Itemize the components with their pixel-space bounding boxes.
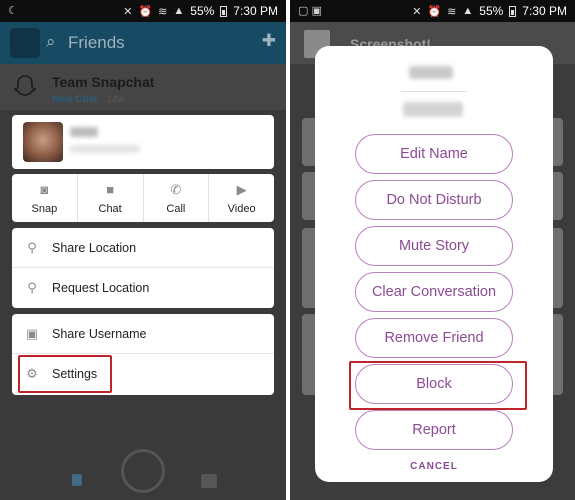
wifi-icon: ≋ [447, 5, 457, 18]
edit-name-button[interactable]: Edit Name [355, 134, 513, 174]
clear-conversation-button[interactable]: Clear Conversation [355, 272, 513, 312]
share-username-icon: ▣ [25, 325, 39, 341]
friend-profile-card[interactable] [12, 115, 274, 169]
ghost-icon [13, 75, 37, 96]
team-name: Team Snapchat [52, 74, 155, 90]
wifi-icon: ≋ [158, 5, 168, 18]
action-label: Chat [98, 202, 122, 215]
block-highlight-box [349, 361, 527, 410]
settings-highlight-box [18, 355, 112, 393]
mute-icon: ✕ [123, 5, 133, 18]
report-button[interactable]: Report [355, 410, 513, 450]
friend-options-dialog: Edit Name Do Not Disturb Mute Story Clea… [315, 46, 553, 482]
battery-percent: 55% [479, 4, 504, 18]
team-snapchat-row[interactable]: Team Snapchat New Chat 14w [0, 64, 286, 110]
location-request-icon: ⚲ [27, 280, 37, 295]
alarm-icon: ⏰ [427, 5, 442, 18]
do-not-disturb-button[interactable]: Do Not Disturb [355, 180, 513, 220]
friend-name-blurred [409, 66, 453, 79]
dialog-divider [401, 91, 467, 92]
share-location-item[interactable]: ⚲ Share Location [12, 228, 274, 268]
location-pin-icon: ⚲ [27, 239, 37, 255]
friends-header: ⌕ Friends ✚ [0, 22, 286, 64]
action-label: Video [227, 202, 256, 215]
chat-nav-icon[interactable] [72, 474, 82, 486]
status-bar: ▢ ▣ ✕ ⏰ ≋ ▲ 55% 7:30 PM [290, 0, 575, 22]
search-icon[interactable]: ⌕ [46, 32, 56, 52]
new-chat-icon[interactable]: ✚ [262, 31, 276, 51]
action-chat[interactable]: ■ Chat [78, 174, 144, 222]
status-time: 7:30 PM [522, 4, 567, 18]
profile-avatar[interactable] [10, 28, 40, 58]
friend-username-blurred [70, 145, 140, 153]
capture-button[interactable] [121, 449, 165, 493]
mute-icon: ✕ [412, 5, 422, 18]
friend-avatar [23, 122, 63, 162]
right-phone-screen: ▢ ▣ ✕ ⏰ ≋ ▲ 55% 7:30 PM Screenshot! Edit… [290, 0, 575, 500]
video-camera-icon: ▶ [236, 181, 247, 197]
menu-item-label: Share Location [52, 240, 137, 255]
header-title: Friends [68, 33, 125, 52]
left-phone-screen: ☾ ✕ ⏰ ≋ ▲ 55% 7:30 PM ⌕ Friends ✚ Team S… [0, 0, 286, 500]
status-bar: ☾ ✕ ⏰ ≋ ▲ 55% 7:30 PM [0, 0, 286, 22]
camera-icon: ◙ [40, 181, 49, 197]
status-time: 7:30 PM [233, 4, 278, 18]
location-options-card: ⚲ Share Location ⚲ Request Location [12, 228, 274, 308]
chat-bubble-icon: ■ [106, 181, 115, 197]
battery-percent: 55% [190, 4, 215, 18]
share-username-item[interactable]: ▣ Share Username [12, 314, 274, 354]
menu-item-label: Share Username [52, 326, 147, 341]
action-call[interactable]: ✆ Call [144, 174, 210, 222]
alarm-icon: ⏰ [138, 5, 153, 18]
team-status: New Chat [52, 94, 98, 105]
moon-icon: ☾ [8, 5, 18, 17]
signal-icon: ▲ [462, 5, 474, 17]
notification-icons: ▢ ▣ [298, 5, 322, 17]
battery-icon [509, 5, 517, 17]
friend-name-blurred [70, 127, 98, 137]
friend-actions-bar: ◙ Snap ■ Chat ✆ Call ▶ Video [12, 174, 274, 222]
signal-icon: ▲ [173, 5, 185, 17]
friend-username-blurred [403, 102, 463, 117]
mute-story-button[interactable]: Mute Story [355, 226, 513, 266]
battery-icon [220, 5, 228, 17]
action-video[interactable]: ▶ Video [209, 174, 274, 222]
remove-friend-button[interactable]: Remove Friend [355, 318, 513, 358]
action-label: Call [166, 202, 186, 215]
request-location-item[interactable]: ⚲ Request Location [12, 268, 274, 308]
action-snap[interactable]: ◙ Snap [12, 174, 78, 222]
menu-item-label: Request Location [52, 281, 150, 295]
cancel-button[interactable]: CANCEL [315, 461, 553, 472]
team-age: 14w [106, 94, 125, 105]
action-label: Snap [31, 202, 58, 215]
stories-nav-icon[interactable] [201, 474, 217, 488]
phone-icon: ✆ [170, 181, 182, 197]
